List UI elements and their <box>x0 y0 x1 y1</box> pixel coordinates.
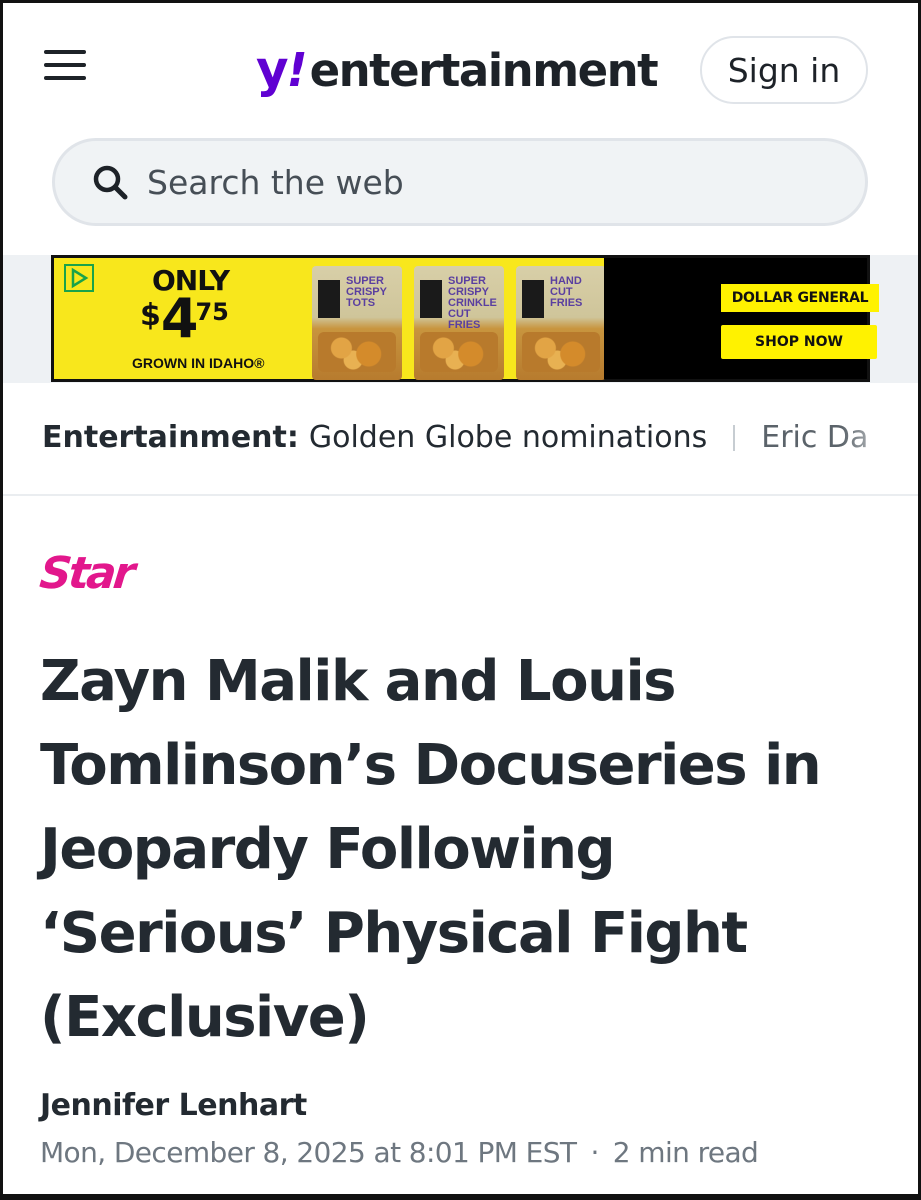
search-input[interactable] <box>147 162 747 202</box>
article-date: Mon, December 8, 2025 at 8:01 PM EST <box>40 1136 577 1169</box>
article-headline: Zayn Malik and Louis Tomlinson’s Docuser… <box>40 649 822 1050</box>
ad-band: ONLY $ 4 75 GROWN IN IDAHO® SUPER CRISPY… <box>0 255 921 383</box>
idaho-map-icon <box>522 280 544 318</box>
logo-word: entertainment <box>309 44 659 97</box>
ad-price-currency: $ <box>140 298 161 333</box>
hamburger-menu-icon[interactable] <box>44 50 88 90</box>
site-header: y ! entertainment Sign in <box>0 0 921 130</box>
yahoo-entertainment-logo[interactable]: y ! entertainment <box>256 40 659 100</box>
bag-label: HAND CUT FRIES <box>550 275 583 309</box>
logo-bang: ! <box>286 43 308 97</box>
search-bar[interactable] <box>52 138 868 226</box>
sign-in-button[interactable]: Sign in <box>700 36 868 104</box>
bag-label: SUPER CRISPY TOTS <box>346 275 387 309</box>
ad-grown-in-idaho: GROWN IN IDAHO® <box>132 355 265 371</box>
topics-label: Entertainment: <box>42 420 299 455</box>
product-bag-hand-cut-fries: HAND CUT FRIES <box>516 266 606 380</box>
topics-list: Entertainment: Golden Globe nominations … <box>42 420 868 455</box>
logo-y: y <box>256 40 289 98</box>
hand-cut-fries-image <box>522 332 600 372</box>
topic-divider <box>733 424 736 451</box>
product-bag-tots: SUPER CRISPY TOTS <box>312 266 402 380</box>
trending-topics-bar: Entertainment: Golden Globe nominations … <box>0 384 921 496</box>
search-icon <box>93 165 128 200</box>
idaho-map-icon <box>318 280 340 318</box>
bag-label: SUPER CRISPY CRINKLE CUT FRIES <box>448 275 497 331</box>
shop-now-button[interactable]: SHOP NOW <box>721 325 877 359</box>
crinkle-fries-image <box>420 332 498 372</box>
topics-fade-overlay <box>841 384 921 494</box>
ad-brand-panel: DOLLAR GENERAL SHOP NOW <box>604 258 879 379</box>
ad-price-cents: 75 <box>195 298 229 326</box>
ad-price: $ 4 75 <box>140 292 229 346</box>
publisher-logo-star[interactable]: Star <box>37 548 134 599</box>
tots-image <box>318 332 396 372</box>
article-meta: Mon, December 8, 2025 at 8:01 PM EST · 2… <box>40 1136 759 1169</box>
ad-price-dollars: 4 <box>160 287 199 350</box>
article-read-time: 2 min read <box>612 1136 759 1169</box>
idaho-map-icon <box>420 280 442 318</box>
ad-price-panel: ONLY $ 4 75 GROWN IN IDAHO® <box>54 258 304 379</box>
article-author[interactable]: Jennifer Lenhart <box>40 1088 307 1123</box>
dollar-general-logo: DOLLAR GENERAL <box>721 284 879 312</box>
meta-separator: · <box>590 1136 599 1169</box>
advertisement-banner[interactable]: ONLY $ 4 75 GROWN IN IDAHO® SUPER CRISPY… <box>51 255 879 382</box>
topic-link-golden-globes[interactable]: Golden Globe nominations <box>309 420 707 455</box>
adchoices-icon[interactable] <box>64 264 94 292</box>
ad-product-bags: SUPER CRISPY TOTS SUPER CRISPY CRINKLE C… <box>304 258 606 380</box>
product-bag-crinkle-fries: SUPER CRISPY CRINKLE CUT FRIES <box>414 266 504 380</box>
